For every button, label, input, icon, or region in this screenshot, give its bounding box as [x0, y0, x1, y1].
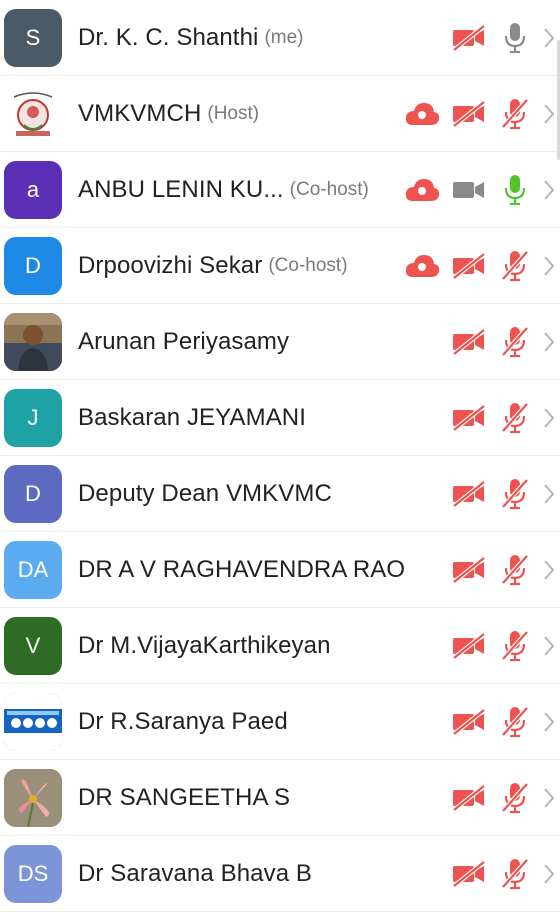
avatar	[4, 85, 62, 143]
video-icon[interactable]	[450, 98, 488, 130]
microphone-icon[interactable]	[498, 554, 532, 586]
video-icon[interactable]	[450, 630, 488, 662]
participant-name-wrap: Dr M.VijayaKarthikeyan	[78, 608, 331, 684]
avatar: S	[4, 9, 62, 67]
chevron-right-icon[interactable]	[538, 174, 560, 206]
participant-name-wrap: VMKVMCH (Host)	[78, 76, 259, 152]
participant-name: Dr R.Saranya Paed	[78, 708, 288, 735]
chevron-right-icon[interactable]	[538, 250, 560, 282]
participant-row-6[interactable]: J Baskaran JEYAMANI	[0, 380, 560, 456]
video-icon[interactable]	[450, 22, 488, 54]
video-icon[interactable]	[450, 402, 488, 434]
chevron-right-icon[interactable]	[538, 554, 560, 586]
participant-row-10[interactable]: Dr R.Saranya Paed	[0, 684, 560, 760]
participant-name-wrap: Dr R.Saranya Paed	[78, 684, 288, 760]
participant-row-1[interactable]: S Dr. K. C. Shanthi (me)	[0, 0, 560, 76]
video-icon[interactable]	[450, 706, 488, 738]
microphone-icon[interactable]	[498, 478, 532, 510]
participant-role: (Co-host)	[289, 179, 369, 200]
avatar	[4, 769, 62, 827]
participant-name: DR A V RAGHAVENDRA RAO	[78, 556, 406, 583]
microphone-icon[interactable]	[498, 326, 532, 358]
participant-name-wrap: Deputy Dean VMKVMC	[78, 456, 332, 532]
video-icon[interactable]	[450, 554, 488, 586]
microphone-icon[interactable]	[498, 630, 532, 662]
avatar: DS	[4, 845, 62, 903]
video-icon[interactable]	[450, 250, 488, 282]
video-icon[interactable]	[450, 782, 488, 814]
participant-name: VMKVMCH	[78, 100, 202, 127]
participant-name-wrap: Dr. K. C. Shanthi (me)	[78, 0, 304, 76]
participant-name-wrap: ANBU LENIN KU... (Co-host)	[78, 152, 369, 228]
video-icon[interactable]	[450, 174, 488, 206]
chevron-right-icon[interactable]	[538, 630, 560, 662]
microphone-icon[interactable]	[498, 706, 532, 738]
avatar: J	[4, 389, 62, 447]
participant-name-wrap: Baskaran JEYAMANI	[78, 380, 306, 456]
microphone-icon[interactable]	[498, 782, 532, 814]
avatar: a	[4, 161, 62, 219]
microphone-icon[interactable]	[498, 174, 532, 206]
participant-row-11[interactable]: DR SANGEETHA S	[0, 760, 560, 836]
participant-row-7[interactable]: D Deputy Dean VMKVMC	[0, 456, 560, 532]
participant-row-8[interactable]: DA DR A V RAGHAVENDRA RAO	[0, 532, 560, 608]
participant-name: Arunan Periyasamy	[78, 328, 290, 355]
chevron-right-icon[interactable]	[538, 782, 560, 814]
chevron-right-icon[interactable]	[538, 326, 560, 358]
participant-name-wrap: Drpoovizhi Sekar (Co-host)	[78, 228, 348, 304]
chevron-right-icon[interactable]	[538, 858, 560, 890]
video-icon[interactable]	[450, 478, 488, 510]
avatar: V	[4, 617, 62, 675]
participant-row-12[interactable]: DS Dr Saravana Bhava B	[0, 836, 560, 912]
participant-row-9[interactable]: V Dr M.VijayaKarthikeyan	[0, 608, 560, 684]
video-icon[interactable]	[450, 326, 488, 358]
participant-name: Dr Saravana Bhava B	[78, 860, 313, 887]
cloud-recording-icon	[402, 98, 442, 130]
avatar: D	[4, 237, 62, 295]
chevron-right-icon[interactable]	[538, 706, 560, 738]
participant-name: Drpoovizhi Sekar	[78, 252, 263, 279]
chevron-right-icon[interactable]	[538, 478, 560, 510]
participant-name: Deputy Dean VMKVMC	[78, 480, 332, 507]
cloud-recording-icon	[402, 250, 442, 282]
video-icon[interactable]	[450, 858, 488, 890]
cloud-recording-icon	[402, 174, 442, 206]
avatar: D	[4, 465, 62, 523]
participant-row-4[interactable]: D Drpoovizhi Sekar (Co-host)	[0, 228, 560, 304]
participant-name-wrap: Arunan Periyasamy	[78, 304, 289, 380]
participant-name: Baskaran JEYAMANI	[78, 404, 307, 431]
microphone-icon[interactable]	[498, 402, 532, 434]
participant-name-wrap: DR SANGEETHA S	[78, 760, 290, 836]
chevron-right-icon[interactable]	[538, 402, 560, 434]
participant-role: (me)	[264, 27, 304, 48]
participant-name: Dr M.VijayaKarthikeyan	[78, 632, 331, 659]
microphone-icon[interactable]	[498, 858, 532, 890]
participant-row-3[interactable]: a ANBU LENIN KU... (Co-host)	[0, 152, 560, 228]
participant-name-wrap: DR A V RAGHAVENDRA RAO	[78, 532, 405, 608]
participant-name: DR SANGEETHA S	[78, 784, 291, 811]
microphone-icon[interactable]	[498, 22, 532, 54]
microphone-icon[interactable]	[498, 250, 532, 282]
participant-role: (Co-host)	[268, 255, 348, 276]
participant-name-wrap: Dr Saravana Bhava B	[78, 836, 312, 912]
participant-row-5[interactable]: Arunan Periyasamy	[0, 304, 560, 380]
participant-role: (Host)	[207, 103, 260, 124]
participants-list: S Dr. K. C. Shanthi (me) VMKVMCH (Host) …	[0, 0, 560, 912]
avatar	[4, 313, 62, 371]
microphone-icon[interactable]	[498, 98, 532, 130]
avatar	[4, 693, 62, 751]
participant-name: ANBU LENIN KU...	[78, 176, 284, 203]
avatar: DA	[4, 541, 62, 599]
participant-row-2[interactable]: VMKVMCH (Host)	[0, 76, 560, 152]
participant-name: Dr. K. C. Shanthi	[78, 24, 259, 51]
